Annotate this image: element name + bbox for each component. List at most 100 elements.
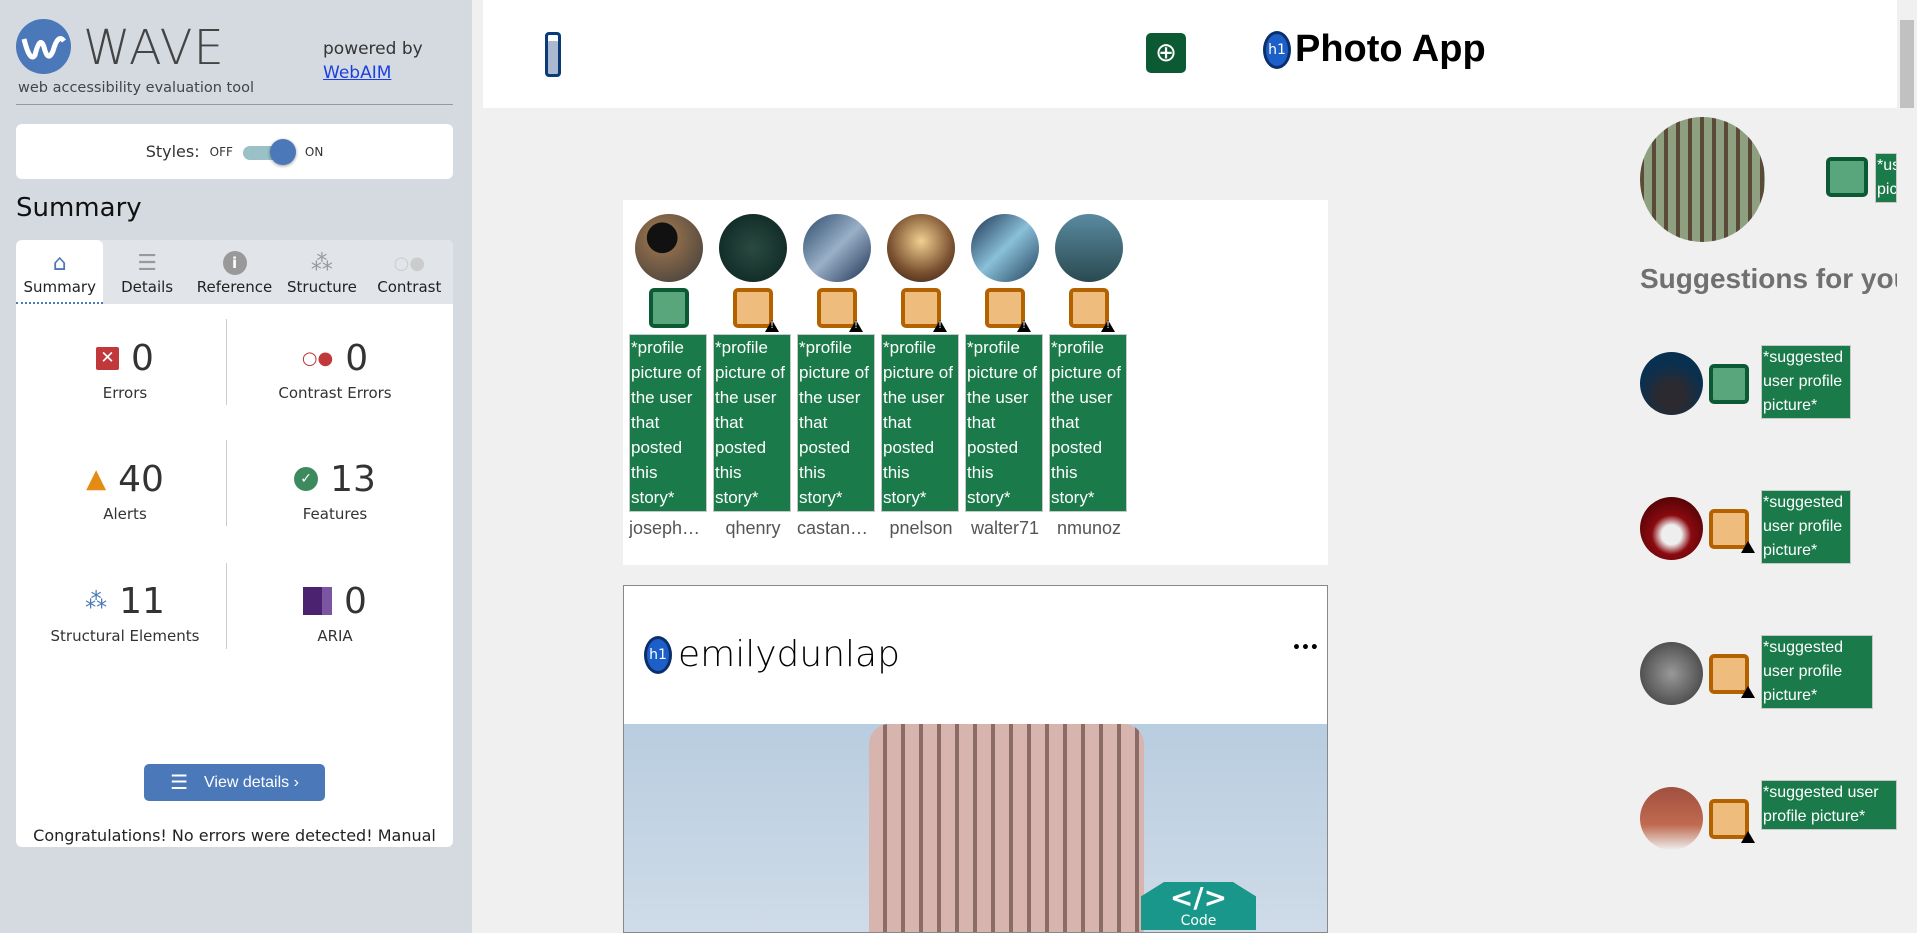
tab-label: Structure (287, 278, 357, 296)
story-avatar[interactable] (971, 214, 1039, 282)
feature-check-icon: ✓ (294, 467, 319, 491)
stat-alerts[interactable]: ▲ 40 Alerts (16, 455, 234, 524)
post-username[interactable]: emilydunlap (678, 634, 900, 675)
scrollbar[interactable] (1897, 0, 1917, 933)
alt-text-alert-icon (817, 288, 857, 328)
tab-structure[interactable]: ⁂ Structure (278, 240, 365, 304)
story-avatar[interactable] (635, 214, 703, 282)
alt-text-alert-icon (1709, 509, 1749, 549)
features-count: 13 (330, 458, 376, 500)
code-symbol: </> (1169, 881, 1228, 914)
language-globe-icon: ⊕ (1146, 33, 1186, 73)
alt-text-alert-icon (901, 288, 941, 328)
story-username[interactable]: castanedaj (797, 518, 877, 539)
story-item[interactable]: *profile picture of the user that posted… (797, 214, 877, 539)
suggestion-item[interactable]: *suggested user profile picture* (1640, 780, 1897, 850)
alt-text-label: *suggested user profile picture* (1761, 490, 1851, 564)
story-item[interactable]: *profile picture of the user that posted… (629, 214, 709, 539)
structural-count: 11 (119, 580, 165, 622)
story-avatar[interactable] (887, 214, 955, 282)
alt-text-label: *profile picture of the user that posted… (797, 334, 875, 512)
alerts-label: Alerts (103, 505, 147, 523)
more-options-button[interactable]: ••• (1292, 640, 1319, 656)
tab-label: Reference (196, 278, 273, 296)
alt-text-alert-icon (1709, 654, 1749, 694)
current-user-avatar[interactable] (1640, 117, 1765, 242)
story-avatar[interactable] (803, 214, 871, 282)
alt-text-label: *suggested user profile picture* (1761, 780, 1897, 830)
alt-text-alert-icon (985, 288, 1025, 328)
h1-badge-icon: h1 (644, 635, 672, 674)
alt-text-label: *profile picture of the user that posted… (713, 334, 791, 512)
story-item[interactable]: *profile picture of the user that posted… (1049, 214, 1129, 539)
alt-text-alert-icon (1709, 799, 1749, 839)
post-image: </> Code (624, 724, 1327, 932)
features-label: Features (302, 505, 368, 523)
suggestion-item[interactable]: *suggested user profile picture* (1640, 490, 1851, 564)
contrast-label: Contrast Errors (278, 384, 392, 402)
styles-toggle[interactable] (242, 138, 296, 165)
stat-contrast-errors[interactable]: ○● 0 Contrast Errors (226, 334, 444, 403)
webaim-link[interactable]: WebAIM (323, 61, 423, 85)
suggested-user-avatar[interactable] (1640, 642, 1703, 705)
code-badge-label: Code (1180, 913, 1217, 929)
contrast-error-icon: ○● (301, 347, 334, 369)
profile-alt-text: *us pic (1875, 153, 1897, 203)
suggested-user-avatar[interactable] (1640, 497, 1703, 560)
story-username[interactable]: pnelson (881, 518, 961, 539)
tab-label: Contrast (377, 278, 442, 296)
app-title: h1 Photo App (1263, 28, 1486, 71)
info-icon: i (191, 248, 278, 278)
story-item[interactable]: *profile picture of the user that posted… (965, 214, 1045, 539)
alt-text-feature-icon (1709, 364, 1749, 404)
errors-count: 0 (131, 337, 154, 379)
stat-errors[interactable]: ✕ 0 Errors (16, 334, 234, 402)
header-landmark-icon (545, 32, 561, 77)
tab-details[interactable]: ☰ Details (103, 240, 190, 304)
story-avatar[interactable] (719, 214, 787, 282)
view-details-button[interactable]: ☰ View details › (144, 764, 325, 801)
structural-label: Structural Elements (50, 627, 200, 645)
divider (16, 104, 453, 105)
story-username[interactable]: josephacosta (629, 518, 709, 539)
alt-text-label: *profile picture of the user that posted… (965, 334, 1043, 512)
story-username[interactable]: nmunoz (1049, 518, 1129, 539)
contrast-count: 0 (345, 337, 369, 379)
stat-aria[interactable]: 0 ARIA (226, 577, 444, 645)
alt-text-label: *profile picture of the user that posted… (881, 334, 959, 512)
feature-image-icon (1826, 157, 1868, 197)
stat-features[interactable]: ✓ 13 Features (226, 455, 444, 523)
powered-by: powered by WebAIM (323, 37, 423, 85)
contrast-icon: ○● (393, 252, 426, 274)
stories-bar: *profile picture of the user that posted… (623, 200, 1328, 565)
stats-grid: ✕ 0 Errors ○● 0 Contrast Errors ▲ 40 Alerts ✓ 1… (16, 304, 453, 845)
suggestion-item[interactable]: *suggested user profile picture* (1640, 345, 1851, 419)
tab-summary[interactable]: ⌂ Summary (16, 240, 104, 304)
stat-structural[interactable]: ⁂ 11 Structural Elements (16, 577, 234, 646)
list-icon: ☰ (170, 772, 189, 794)
errors-label: Errors (102, 384, 148, 402)
story-username[interactable]: qhenry (713, 518, 793, 539)
tab-reference[interactable]: i Reference (191, 240, 278, 304)
alert-icon: ▲ (86, 464, 107, 494)
story-item[interactable]: *profile picture of the user that posted… (881, 214, 961, 539)
congrats-message: Congratulations! No errors were detected… (33, 826, 436, 845)
tab-contrast[interactable]: ○● Contrast (366, 240, 453, 304)
alt-text-label: *suggested user profile picture* (1761, 345, 1851, 419)
alt-text-label: *profile picture of the user that posted… (1049, 334, 1127, 512)
tab-label: Summary (23, 278, 96, 296)
h1-badge-icon: h1 (1263, 30, 1291, 69)
suggestion-item[interactable]: *suggested user profile picture* (1640, 635, 1873, 709)
suggested-user-avatar[interactable] (1640, 787, 1703, 850)
story-avatar[interactable] (1055, 214, 1123, 282)
suggested-user-avatar[interactable] (1640, 352, 1703, 415)
off-label: OFF (209, 144, 233, 159)
alt-text-alert-icon (1069, 288, 1109, 328)
wave-logo-icon (16, 19, 71, 74)
wave-tagline: web accessibility evaluation tool (18, 80, 254, 96)
story-username[interactable]: walter71 (965, 518, 1045, 539)
post-card: h1 emilydunlap ••• </> Code (623, 585, 1328, 933)
post-header: h1 emilydunlap (644, 634, 900, 675)
story-item[interactable]: *profile picture of the user that posted… (713, 214, 793, 539)
alt-text-alert-icon (733, 288, 773, 328)
